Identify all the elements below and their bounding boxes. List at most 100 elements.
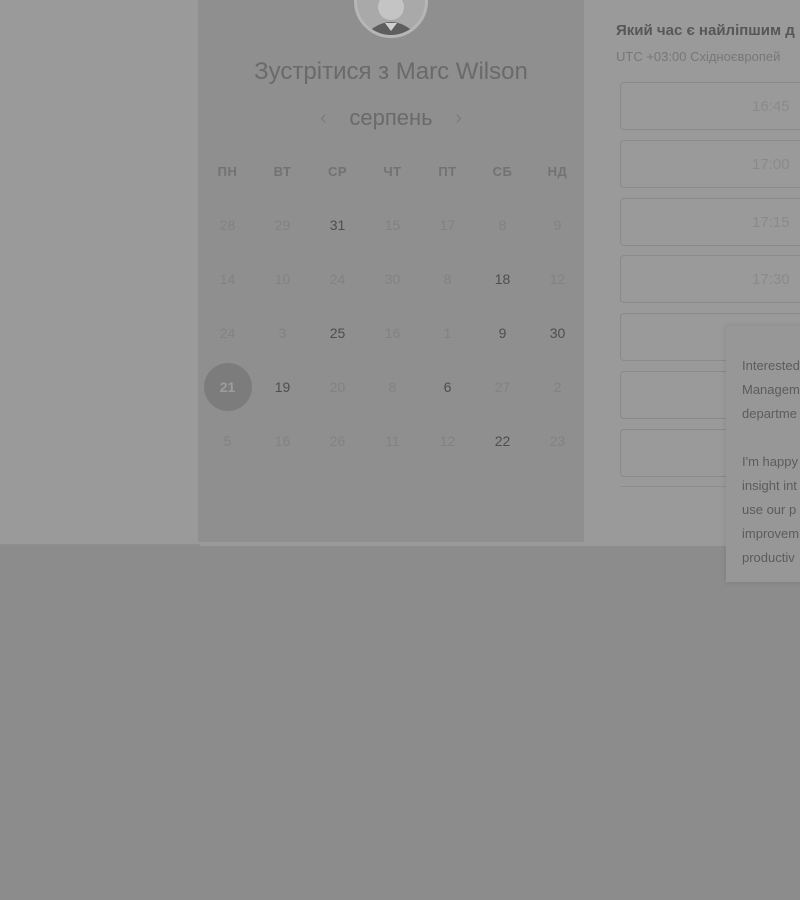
calendar-day-label: 22 xyxy=(494,433,511,449)
weekday-header: ПН ВТ СР ЧТ ПТ СБ НД xyxy=(200,164,585,184)
calendar-day: 10 xyxy=(255,252,310,306)
calendar-day-label: 12 xyxy=(549,271,566,287)
chevron-right-icon: › xyxy=(455,106,462,129)
calendar-day: 24 xyxy=(310,252,365,306)
calendar-day-label: 16 xyxy=(274,433,291,449)
calendar-day: 1 xyxy=(420,306,475,360)
weekday-label: ПН xyxy=(217,164,238,179)
calendar-day-label: 27 xyxy=(494,379,511,395)
tooltip-line: productiv xyxy=(742,550,795,565)
calendar-grid: 28 29 31 15 17 8 9 14 10 24 30 8 18 12 24 3 25 16 1 9 30 21 19… xyxy=(200,198,585,468)
next-month-button[interactable]: › xyxy=(451,106,467,130)
calendar-day[interactable]: 6 xyxy=(420,360,475,414)
calendar-day-label: 3 xyxy=(278,325,287,341)
calendar-day: 5 xyxy=(200,414,255,468)
calendar-day-label: 17 xyxy=(439,217,456,233)
month-label: серпень xyxy=(349,105,433,130)
calendar-day-label: 29 xyxy=(274,217,291,233)
calendar-day-label: 12 xyxy=(439,433,456,449)
weekday-label: СБ xyxy=(492,164,513,179)
calendar-day-label: 24 xyxy=(219,325,236,341)
calendar-day-label: 30 xyxy=(549,325,566,341)
time-slot-label: 17:00 xyxy=(752,156,790,173)
calendar-day-label: 9 xyxy=(498,325,507,341)
tooltip-line: departme xyxy=(742,406,797,421)
calendar-day: 20 xyxy=(310,360,365,414)
calendar-day: 17 xyxy=(420,198,475,252)
calendar-day-label: 8 xyxy=(498,217,507,233)
calendar-day: 16 xyxy=(365,306,420,360)
weekday-label: НД xyxy=(547,164,568,179)
calendar-day[interactable]: 30 xyxy=(530,306,585,360)
calendar-day-label: 1 xyxy=(443,325,452,341)
weekday-label: ПТ xyxy=(438,164,457,179)
calendar-day: 11 xyxy=(365,414,420,468)
divider xyxy=(0,544,200,546)
calendar-day: 8 xyxy=(365,360,420,414)
calendar-day: 23 xyxy=(530,414,585,468)
weekday-label: ВТ xyxy=(273,164,292,179)
calendar-day-label: 25 xyxy=(329,325,346,341)
calendar-day[interactable]: 18 xyxy=(475,252,530,306)
calendar-day: 30 xyxy=(365,252,420,306)
calendar-day: 14 xyxy=(200,252,255,306)
calendar-day: 28 xyxy=(200,198,255,252)
calendar-day-selected[interactable]: 21 xyxy=(200,360,255,414)
calendar-day-label: 18 xyxy=(494,271,511,287)
prev-month-button[interactable]: ‹ xyxy=(315,106,331,130)
time-slot-button[interactable]: 16:45 xyxy=(620,82,800,130)
tooltip-line: insight int xyxy=(742,478,797,493)
time-slot-label: 17:30 xyxy=(752,271,790,288)
calendar-day: 15 xyxy=(365,198,420,252)
tooltip-line: Managem xyxy=(742,382,800,397)
calendar-day: 29 xyxy=(255,198,310,252)
calendar-day: 8 xyxy=(475,198,530,252)
calendar-day-label: 9 xyxy=(553,217,562,233)
calendar-day: 24 xyxy=(200,306,255,360)
calendar-day-label: 5 xyxy=(223,433,232,449)
calendar-day[interactable]: 31 xyxy=(310,198,365,252)
calendar-day: 26 xyxy=(310,414,365,468)
time-picker-heading: Який час є найліпшим д xyxy=(616,22,795,39)
month-navigation: ‹ серпень › xyxy=(198,104,584,132)
calendar-day-label: 19 xyxy=(274,379,291,395)
calendar-day: 27 xyxy=(475,360,530,414)
calendar-day-label: 8 xyxy=(443,271,452,287)
calendar-day-label: 21 xyxy=(203,363,252,411)
chevron-left-icon: ‹ xyxy=(320,106,327,129)
page-title: Зустрітися з Marc Wilson xyxy=(254,58,528,85)
calendar-day-label: 14 xyxy=(219,271,236,287)
calendar-day: 8 xyxy=(420,252,475,306)
tooltip-line: improvem xyxy=(742,526,800,541)
calendar-day-label: 30 xyxy=(384,271,401,287)
calendar-day[interactable]: 19 xyxy=(255,360,310,414)
time-slot-button[interactable]: 17:00 xyxy=(620,140,800,188)
time-slot-button[interactable]: 17:15 xyxy=(620,198,800,246)
calendar-day-label: 11 xyxy=(385,433,400,449)
calendar-day-label: 24 xyxy=(329,271,346,287)
tooltip-line: I'm happy xyxy=(742,454,798,469)
timezone-label: UTC +03:00 Східноєвропей xyxy=(616,49,781,64)
calendar-day: 2 xyxy=(530,360,585,414)
time-slot-label: 16:45 xyxy=(752,98,790,115)
calendar-day: 12 xyxy=(420,414,475,468)
tooltip-line: Interested xyxy=(742,358,800,373)
avatar xyxy=(354,0,428,38)
calendar-day-label: 28 xyxy=(219,217,236,233)
calendar-day: 12 xyxy=(530,252,585,306)
calendar-day-label: 15 xyxy=(384,217,401,233)
calendar-day-label: 26 xyxy=(329,433,346,449)
calendar-day-label: 31 xyxy=(329,217,346,233)
time-slot-label: 17:15 xyxy=(752,214,790,231)
calendar-day[interactable]: 22 xyxy=(475,414,530,468)
time-slot-button[interactable]: 17:30 xyxy=(620,255,800,303)
weekday-label: ЧТ xyxy=(383,164,402,179)
info-tooltip: Interested Managem departme I'm happy in… xyxy=(726,326,800,582)
tooltip-line: use our p xyxy=(742,502,797,517)
calendar-day[interactable]: 9 xyxy=(475,306,530,360)
calendar-day-label: 16 xyxy=(384,325,401,341)
calendar-day-label: 10 xyxy=(274,271,291,287)
calendar-day-label: 6 xyxy=(443,379,452,395)
calendar-day-label: 20 xyxy=(329,379,346,395)
calendar-day[interactable]: 25 xyxy=(310,306,365,360)
